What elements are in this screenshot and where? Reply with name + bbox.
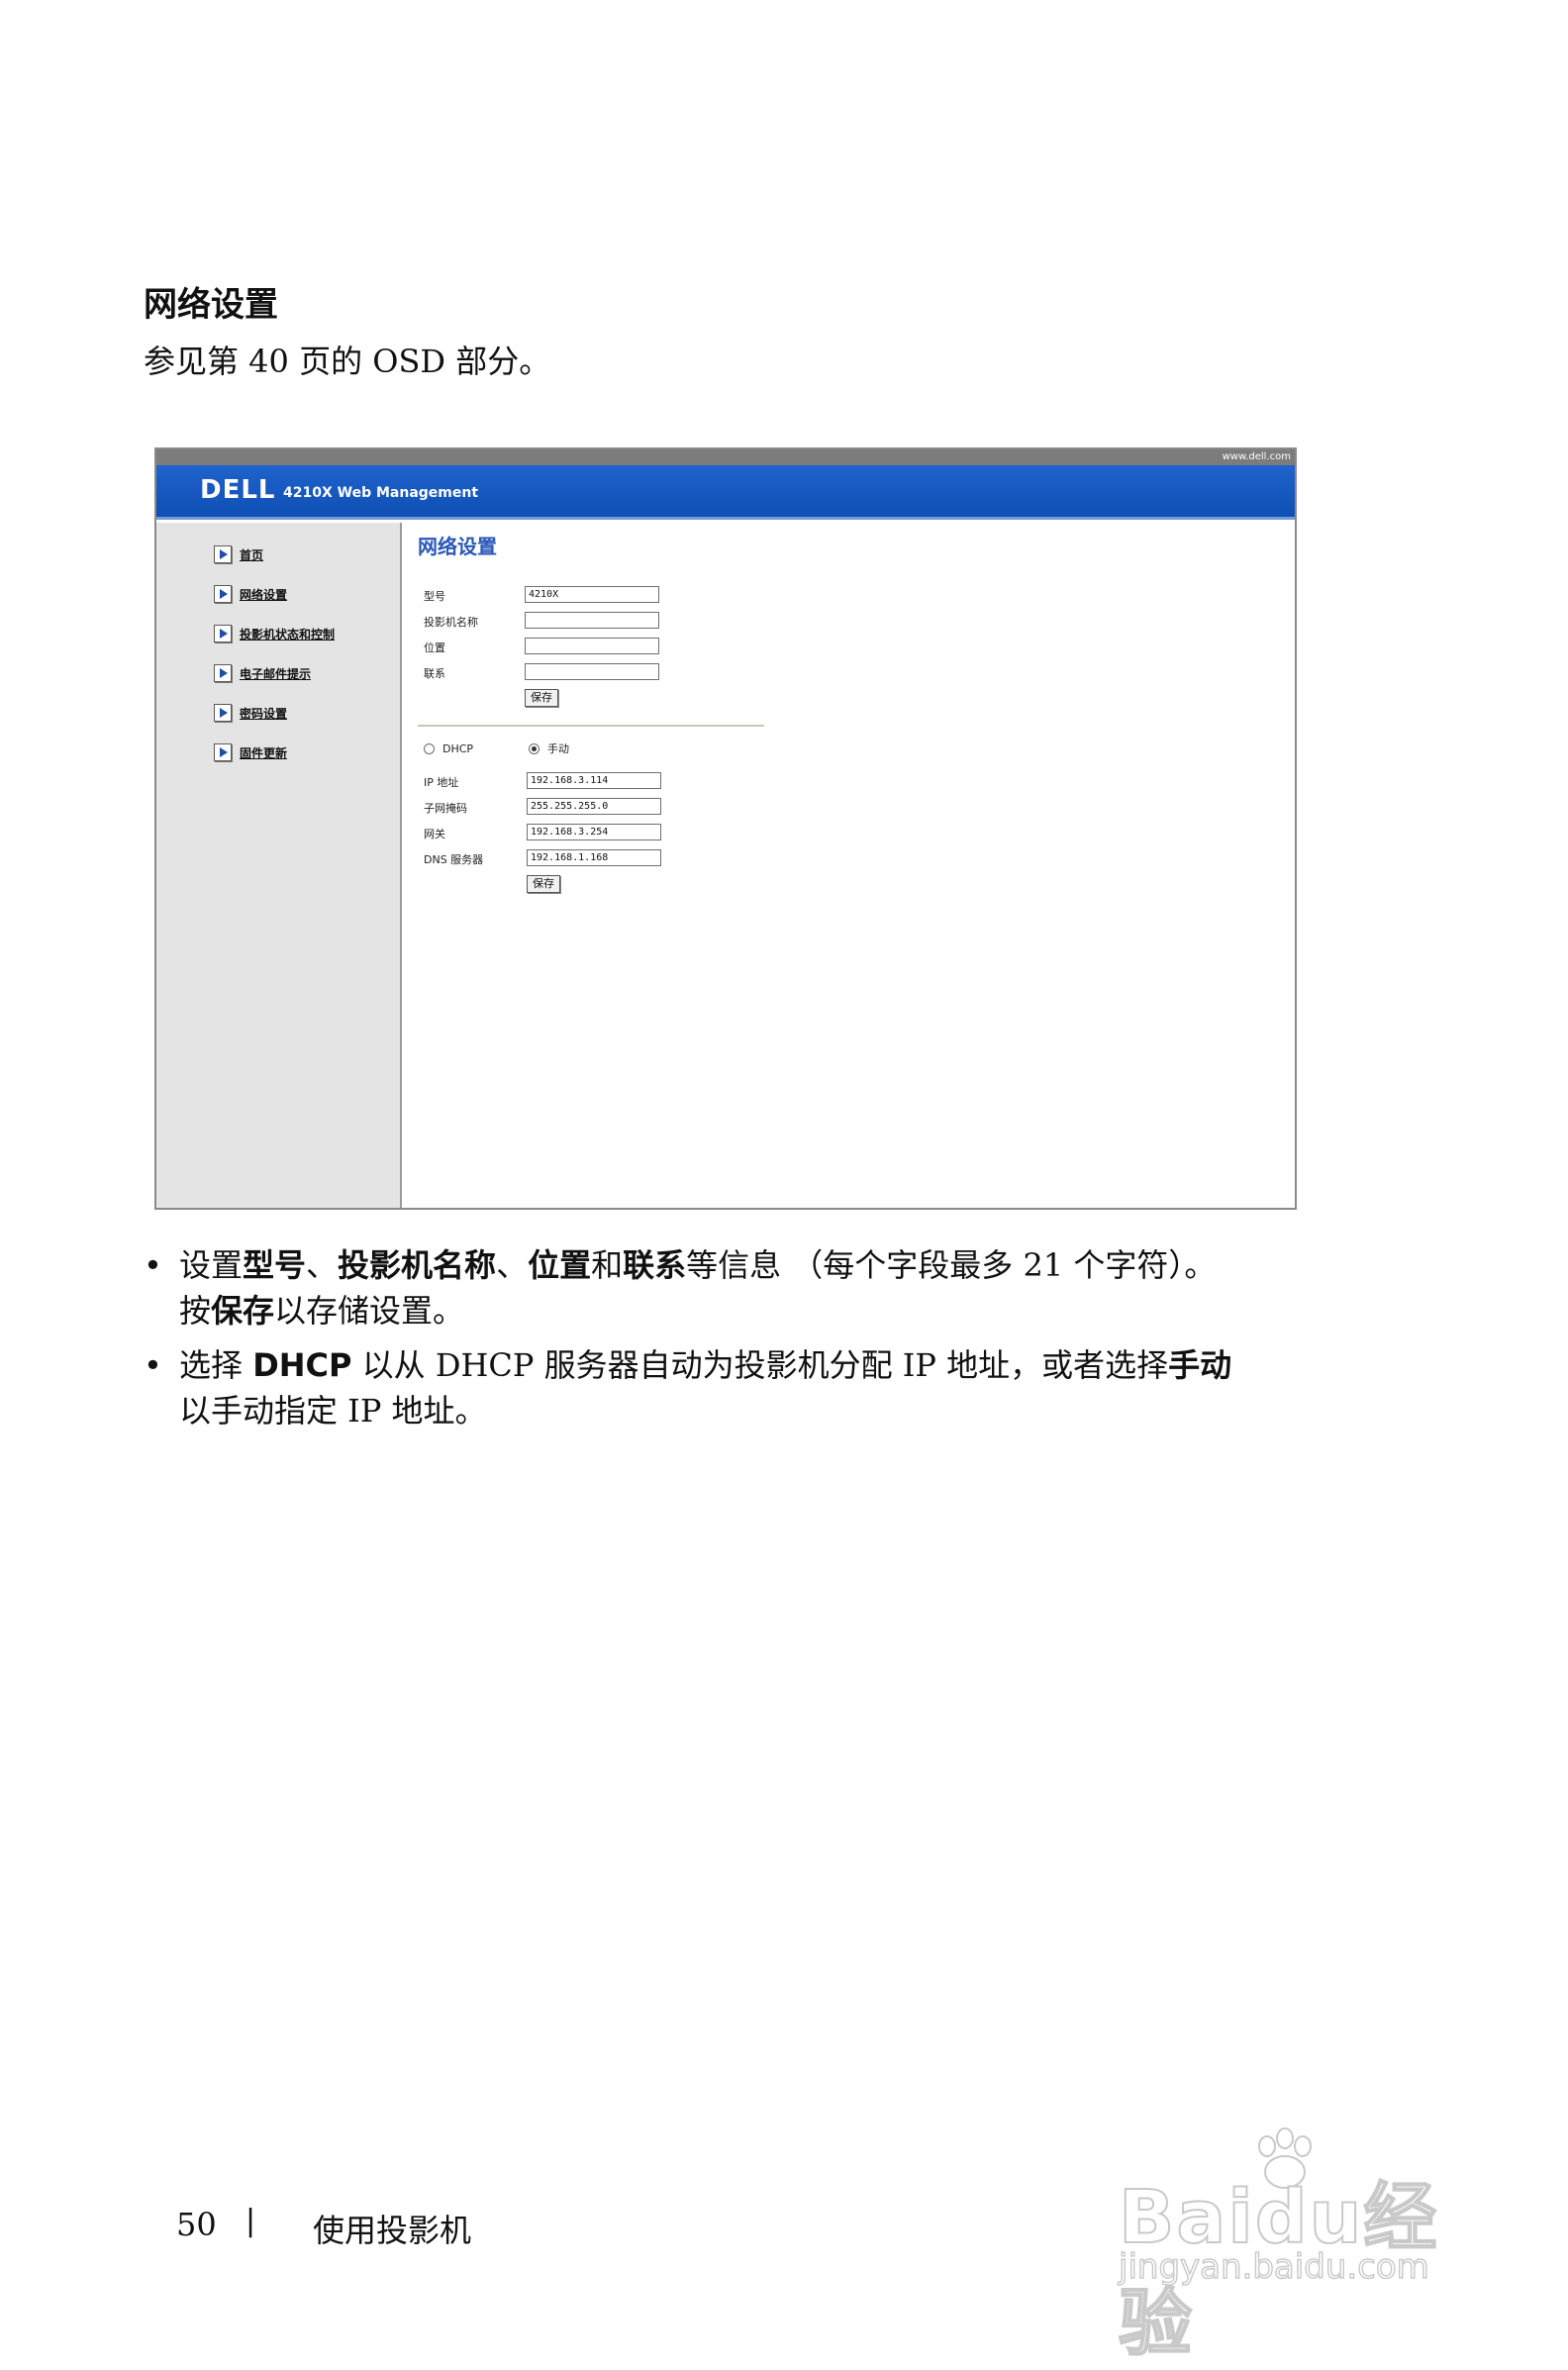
ip-address-field[interactable]: 192.168.3.114 bbox=[527, 772, 661, 789]
location-field[interactable] bbox=[525, 638, 659, 654]
save-info-button[interactable]: 保存 bbox=[525, 689, 558, 707]
field-label-location: 位置 bbox=[424, 642, 445, 654]
bullet-1: • 设置型号、投影机名称、位置和联系等信息 （每个字段最多 21 个字符）。 按… bbox=[144, 1242, 1381, 1333]
model-field[interactable]: 4210X bbox=[525, 586, 659, 603]
main-panel: 网络设置 型号 4210X 投影机名称 位置 联系 保存 DHCP 手动 IP … bbox=[402, 523, 1295, 1208]
arrow-right-icon bbox=[214, 625, 232, 642]
doc-heading: 网络设置 bbox=[144, 285, 278, 325]
top-url[interactable]: www.dell.com bbox=[1223, 451, 1291, 462]
field-label-ip: IP 地址 bbox=[424, 776, 459, 789]
sidebar-item-password[interactable]: 密码设置 bbox=[214, 701, 287, 725]
sidebar-item-status-control[interactable]: 投影机状态和控制 bbox=[214, 622, 335, 645]
sidebar-item-label: 密码设置 bbox=[240, 706, 288, 721]
baidu-watermark: Baidu经验 jingyan.baidu.com bbox=[1118, 2127, 1475, 2367]
arrow-right-icon bbox=[214, 704, 232, 722]
watermark-url: jingyan.baidu.com bbox=[1118, 2246, 1429, 2287]
divider bbox=[418, 725, 764, 727]
contact-field[interactable] bbox=[525, 663, 659, 680]
page-number: 50 bbox=[176, 2206, 217, 2243]
gateway-field[interactable]: 192.168.3.254 bbox=[527, 824, 661, 840]
dns-server-field[interactable]: 192.168.1.168 bbox=[527, 849, 661, 866]
arrow-right-icon bbox=[214, 664, 232, 682]
field-label-gateway: 网关 bbox=[424, 828, 445, 840]
bullet-dot: • bbox=[144, 1346, 162, 1384]
arrow-right-icon bbox=[214, 585, 232, 603]
sidebar-item-label: 电子邮件提示 bbox=[240, 666, 312, 681]
save-network-button[interactable]: 保存 bbox=[527, 875, 560, 893]
arrow-right-icon bbox=[214, 743, 232, 761]
page-title: 网络设置 bbox=[418, 535, 497, 558]
field-label-dns: DNS 服务器 bbox=[424, 853, 484, 866]
subnet-mask-field[interactable]: 255.255.255.0 bbox=[527, 798, 661, 815]
sidebar-item-home[interactable]: 首页 bbox=[214, 543, 263, 566]
radio-manual-indicator[interactable] bbox=[529, 742, 539, 754]
footer-section-title: 使用投影机 bbox=[313, 2212, 472, 2249]
sidebar-item-network[interactable]: 网络设置 bbox=[214, 582, 287, 606]
field-label-model: 型号 bbox=[424, 590, 445, 603]
doc-intro: 参见第 40 页的 OSD 部分。 bbox=[144, 343, 551, 380]
sidebar-item-email-alert[interactable]: 电子邮件提示 bbox=[214, 661, 311, 685]
header-banner: DELL 4210X Web Management bbox=[156, 465, 1295, 520]
bullet-2: • 选择 DHCP 以从 DHCP 服务器自动为投影机分配 IP 地址，或者选择… bbox=[144, 1342, 1381, 1433]
sidebar-item-label: 网络设置 bbox=[240, 587, 288, 602]
field-label-projector-name: 投影机名称 bbox=[424, 616, 478, 629]
sidebar-item-firmware[interactable]: 固件更新 bbox=[214, 741, 287, 764]
arrow-right-icon bbox=[214, 545, 232, 563]
radio-dhcp-label: DHCP bbox=[442, 742, 474, 755]
radio-dhcp-indicator[interactable] bbox=[424, 743, 435, 754]
top-url-strip: www.dell.com bbox=[156, 449, 1295, 465]
footer-separator: | bbox=[245, 2204, 256, 2238]
field-label-contact: 联系 bbox=[424, 667, 445, 680]
sidebar: 首页 网络设置 投影机状态和控制 电子邮件提示 密码设置 固件更新 bbox=[156, 523, 402, 1208]
bullet-dot: • bbox=[144, 1246, 162, 1284]
field-label-subnet: 子网掩码 bbox=[424, 802, 467, 815]
bullet-1-line-2: 按保存以存储设置。 bbox=[179, 1292, 465, 1330]
sidebar-item-label: 固件更新 bbox=[240, 745, 288, 760]
radio-dhcp[interactable]: DHCP bbox=[424, 742, 473, 755]
sidebar-item-label: 投影机状态和控制 bbox=[240, 627, 336, 642]
radio-manual[interactable]: 手动 bbox=[529, 741, 569, 756]
web-management-screenshot: www.dell.com DELL 4210X Web Management 首… bbox=[154, 447, 1297, 1210]
projector-name-field[interactable] bbox=[525, 612, 659, 629]
bullet-2-line-1: 选择 DHCP 以从 DHCP 服务器自动为投影机分配 IP 地址，或者选择手动 bbox=[179, 1346, 1232, 1384]
bullet-2-line-2: 以手动指定 IP 地址。 bbox=[179, 1392, 487, 1430]
product-title: 4210X Web Management bbox=[283, 485, 479, 501]
dell-logo: DELL bbox=[200, 475, 276, 505]
bullet-1-line-1: 设置型号、投影机名称、位置和联系等信息 （每个字段最多 21 个字符）。 bbox=[179, 1246, 1217, 1284]
radio-manual-label: 手动 bbox=[547, 742, 569, 755]
sidebar-item-label: 首页 bbox=[240, 547, 264, 562]
